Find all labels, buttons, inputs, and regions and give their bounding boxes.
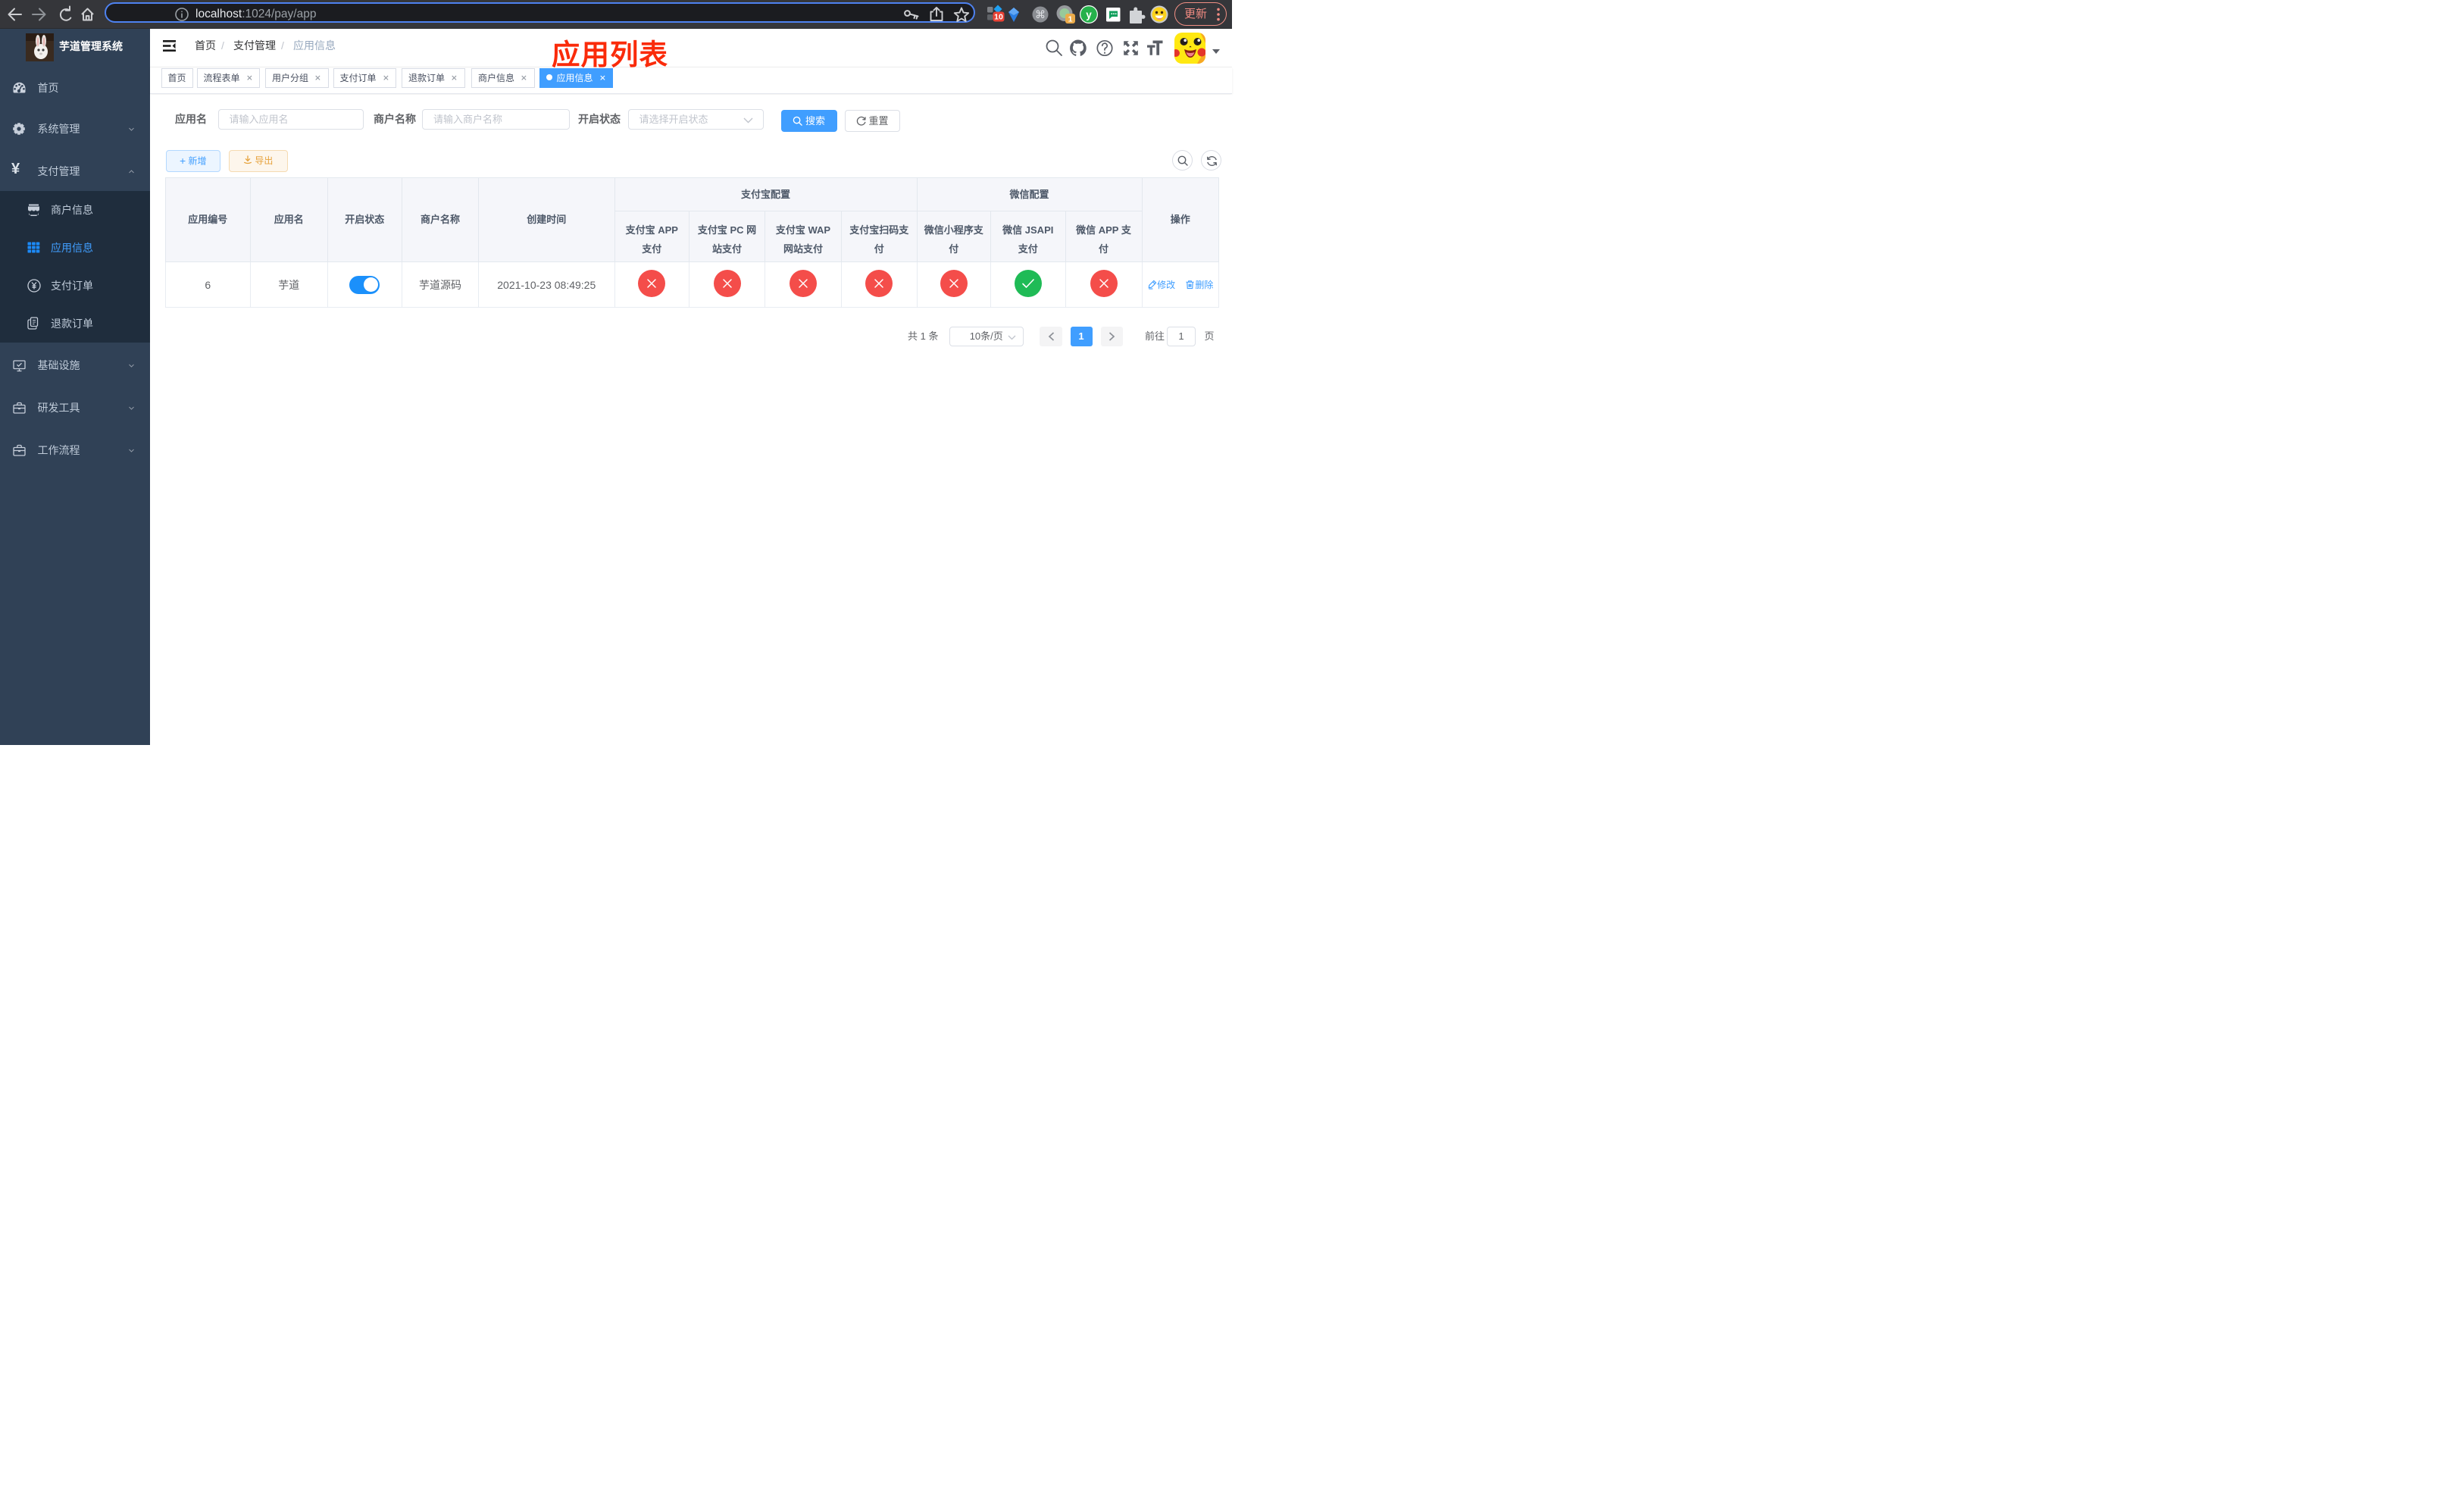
svg-text:1: 1 <box>1068 14 1073 23</box>
svg-text:y: y <box>1086 9 1092 20</box>
svg-text:10: 10 <box>994 13 1003 22</box>
svg-text:⌘: ⌘ <box>1035 8 1046 20</box>
